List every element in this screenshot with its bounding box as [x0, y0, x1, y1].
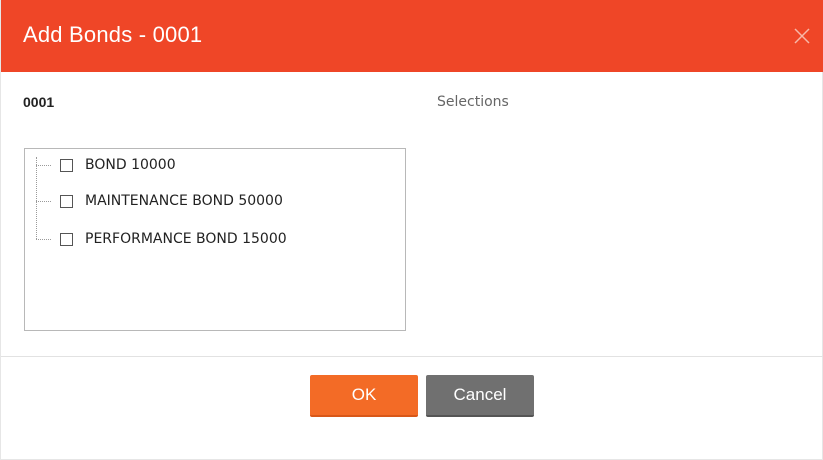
tree-item-label: PERFORMANCE BOND 15000: [85, 231, 287, 247]
add-bonds-dialog: Add Bonds - 0001 0001 Selections BOND 10…: [0, 0, 823, 460]
selections-label: Selections: [437, 94, 509, 110]
close-icon: [794, 28, 810, 44]
tree-branch-line: [36, 200, 51, 202]
tree-item-bond[interactable]: BOND 10000: [36, 154, 176, 176]
tree-item-maintenance-bond[interactable]: MAINTENANCE BOND 50000: [36, 190, 283, 212]
record-id-label: 0001: [23, 94, 55, 110]
tree-branch-line: [36, 238, 51, 240]
dialog-titlebar: Add Bonds - 0001: [1, 0, 823, 72]
bond-tree[interactable]: BOND 10000 MAINTENANCE BOND 50000 PERFOR…: [24, 148, 406, 331]
cancel-button[interactable]: Cancel: [426, 375, 534, 417]
footer-divider: [1, 356, 823, 357]
ok-button[interactable]: OK: [310, 375, 418, 417]
performance-bond-checkbox[interactable]: [60, 232, 73, 246]
close-button[interactable]: [790, 24, 814, 48]
tree-item-performance-bond[interactable]: PERFORMANCE BOND 15000: [36, 228, 287, 250]
tree-item-label: BOND 10000: [85, 157, 176, 173]
tree-branch-line: [36, 164, 51, 166]
dialog-title: Add Bonds - 0001: [23, 22, 203, 47]
tree-item-label: MAINTENANCE BOND 50000: [85, 193, 283, 209]
bond-checkbox[interactable]: [60, 158, 73, 172]
maintenance-bond-checkbox[interactable]: [60, 194, 73, 208]
